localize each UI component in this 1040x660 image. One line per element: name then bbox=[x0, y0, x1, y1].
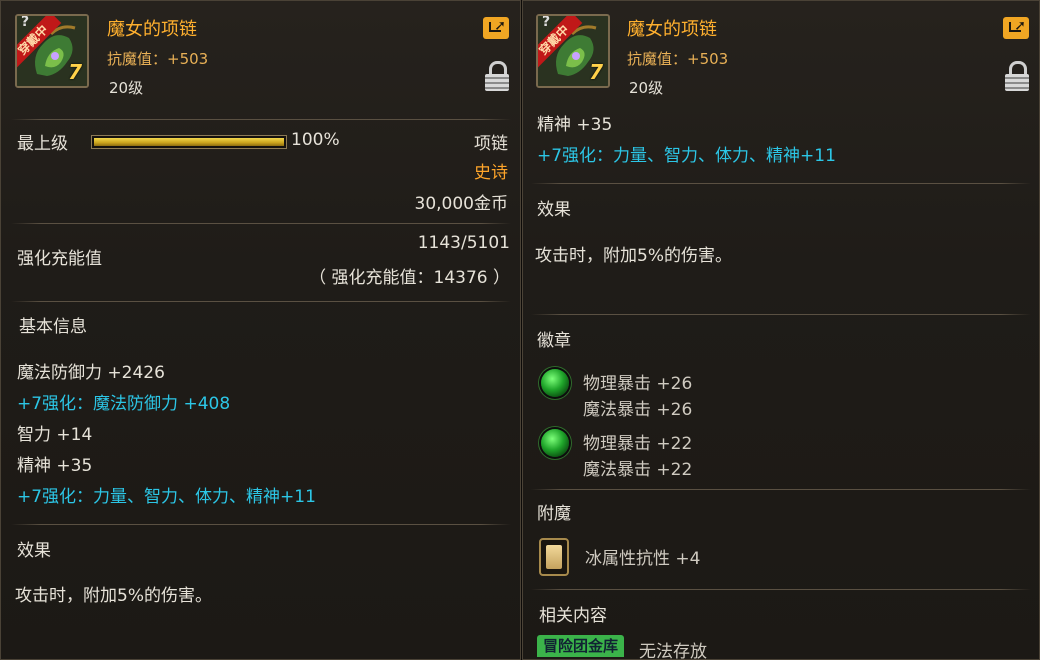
effect-title: 效果 bbox=[537, 200, 571, 220]
divider bbox=[11, 223, 511, 224]
stat-line: 智力 +14 bbox=[17, 425, 93, 445]
divider bbox=[531, 183, 1031, 184]
share-icon[interactable]: ➚ bbox=[1003, 17, 1029, 39]
corner-mark: ? bbox=[21, 14, 30, 30]
item-level: 20级 bbox=[629, 79, 664, 97]
item-rarity: 史诗 bbox=[474, 163, 508, 183]
item-price: 30,000金币 bbox=[414, 194, 508, 214]
divider bbox=[11, 524, 511, 525]
grade-progress-fill bbox=[94, 138, 284, 146]
emblem-stat: 魔法暴击 +22 bbox=[583, 460, 693, 480]
stat-line: +7强化：力量、智力、体力、精神+11 bbox=[537, 146, 836, 166]
enchant-stat: 冰属性抗性 +4 bbox=[585, 549, 701, 569]
divider bbox=[11, 301, 511, 302]
divider bbox=[11, 119, 511, 120]
item-tooltip-equipped: 穿戴中 ? 7 魔女的项链 抗魔值：+503 20级 ➚ 最上级 100% 项链… bbox=[0, 0, 521, 660]
lock-icon[interactable] bbox=[1005, 61, 1029, 91]
emblem-stat: 物理暴击 +22 bbox=[583, 434, 693, 454]
enchant-title: 附魔 bbox=[537, 504, 571, 524]
item-type: 项链 bbox=[474, 134, 508, 154]
enchant-card-icon bbox=[539, 538, 569, 576]
emblem-stat: 魔法暴击 +26 bbox=[583, 400, 693, 420]
emblem-title: 徽章 bbox=[537, 331, 571, 351]
item-icon: 穿戴中 ? 7 bbox=[536, 14, 610, 88]
stat-line: 精神 +35 bbox=[537, 115, 613, 135]
grade-progress-bar bbox=[91, 135, 287, 149]
gem-icon bbox=[541, 369, 569, 397]
stat-line: +7强化：魔法防御力 +408 bbox=[17, 394, 231, 414]
effect-text: 攻击时，附加5%的伤害。 bbox=[535, 246, 732, 266]
related-text: 无法存放 bbox=[639, 642, 707, 660]
stat-line: 精神 +35 bbox=[17, 456, 93, 476]
related-title: 相关内容 bbox=[539, 606, 607, 626]
magic-resist: 抗魔值：+503 bbox=[627, 50, 729, 68]
gem-icon bbox=[541, 429, 569, 457]
share-icon[interactable]: ➚ bbox=[483, 17, 509, 39]
grade-label: 最上级 bbox=[17, 134, 68, 154]
charge-label: 强化充能值 bbox=[17, 249, 102, 269]
divider bbox=[531, 589, 1031, 590]
corner-mark: ? bbox=[542, 14, 551, 30]
enhance-level: 7 bbox=[589, 60, 603, 84]
divider bbox=[531, 489, 1031, 490]
stat-line: 魔法防御力 +2426 bbox=[17, 363, 165, 383]
basic-info-title: 基本信息 bbox=[19, 317, 87, 337]
item-icon: 穿戴中 ? 7 bbox=[15, 14, 89, 88]
divider bbox=[531, 314, 1031, 315]
charge-total: （ 强化充能值：14376 ） bbox=[309, 268, 510, 288]
item-tooltip-compare: 穿戴中 ? 7 魔女的项链 抗魔值：+503 20级 ➚ 精神 +35 +7强化… bbox=[522, 0, 1040, 660]
item-level: 20级 bbox=[109, 79, 144, 97]
related-tag: 冒险团金库 bbox=[537, 635, 625, 657]
magic-resist: 抗魔值：+503 bbox=[107, 50, 209, 68]
grade-percent: 100% bbox=[291, 130, 340, 150]
lock-icon[interactable] bbox=[485, 61, 509, 91]
emblem-stat: 物理暴击 +26 bbox=[583, 374, 693, 394]
enhance-level: 7 bbox=[68, 60, 82, 84]
effect-title: 效果 bbox=[17, 541, 51, 561]
stat-line: +7强化：力量、智力、体力、精神+11 bbox=[17, 487, 316, 507]
item-name: 魔女的项链 bbox=[627, 19, 717, 40]
item-name: 魔女的项链 bbox=[107, 19, 197, 40]
charge-value: 1143/5101 bbox=[417, 233, 510, 253]
effect-text: 攻击时，附加5%的伤害。 bbox=[15, 586, 212, 606]
